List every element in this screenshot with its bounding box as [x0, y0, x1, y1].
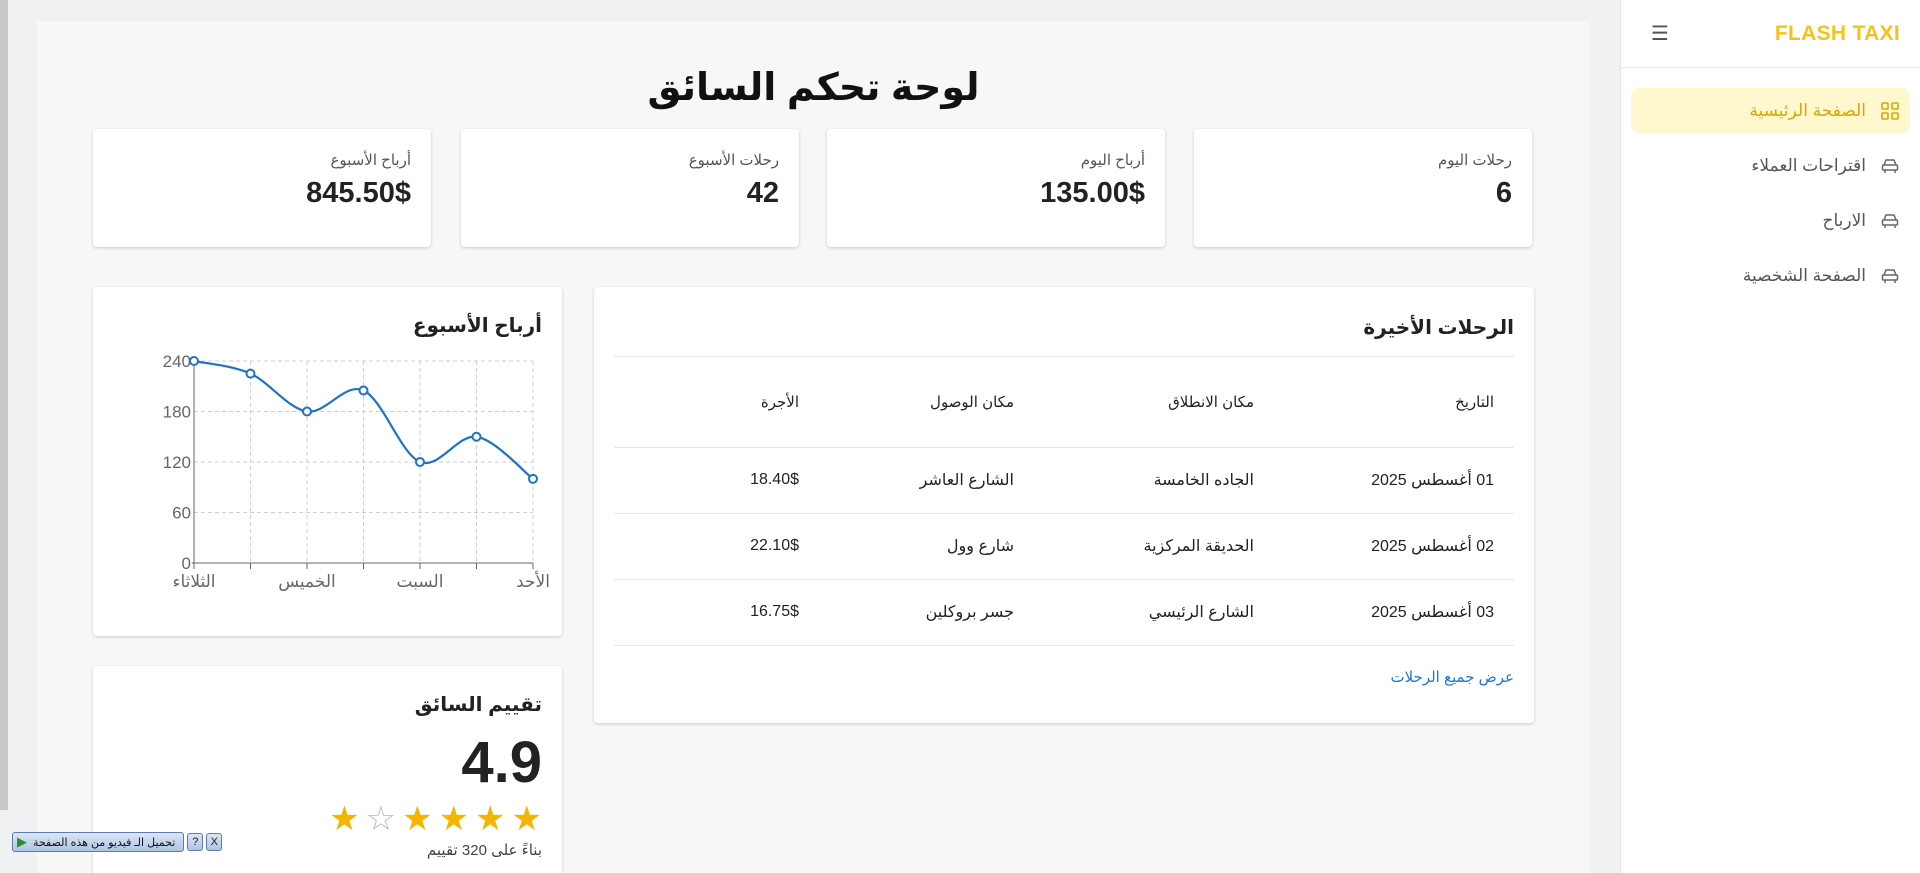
stat-value: 42 — [746, 177, 779, 209]
data-point — [471, 431, 482, 442]
video-download-bar: ▶ تحميل الـ فيديو من هذه الصفحة ? X — [12, 831, 223, 853]
stat-card-today-earnings: أرباح اليوم 135.00$ — [827, 129, 1165, 247]
column-header-fare: الأجرة — [614, 357, 799, 448]
trip-dropoff: الشارع العاشر — [799, 447, 1014, 514]
y-tick-label: 240 — [163, 352, 191, 371]
trip-pickup: الجاده الخامسة — [1014, 447, 1254, 514]
close-button[interactable]: X — [206, 833, 223, 851]
main-content: لوحة تحكم السائق رحلات اليوم 6 أرباح الي… — [37, 21, 1590, 873]
star-icon: ★ — [438, 800, 470, 838]
recent-trips-title: الرحلات الأخيرة — [614, 287, 1514, 357]
help-button[interactable]: ? — [187, 833, 204, 851]
data-point — [189, 356, 199, 366]
sidebar-item-label: الصفحة الرئيسية — [1749, 100, 1866, 120]
trip-fare: 22.10$ — [614, 513, 799, 580]
play-icon: ▶ — [17, 834, 27, 849]
column-header-dropoff: مكان الوصول — [799, 357, 1014, 448]
y-tick-label: 0 — [182, 554, 191, 573]
column-header-date: التاريخ — [1254, 357, 1514, 448]
weekly-earnings-chart-card: أرباح الأسبوع 0 60 120 180 240 الأحد السبت الخم… — [93, 287, 562, 636]
sidebar-item-home[interactable]: الصفحة الرئيسية — [1631, 88, 1910, 133]
stat-card-week-earnings: أرباح الأسبوع 845.50$ — [93, 129, 431, 247]
sidebar-item-label: اقتراحات العملاء — [1751, 155, 1866, 175]
data-point — [358, 385, 369, 396]
x-tick-label: الأحد — [516, 571, 550, 591]
y-tick-label: 60 — [172, 504, 191, 523]
data-point — [245, 368, 256, 379]
table-row: 02 أغسطس 2025 الحديقة المركزية شارع وول … — [614, 513, 1514, 580]
trip-pickup: الحديقة المركزية — [1014, 513, 1254, 580]
trip-dropoff: شارع وول — [799, 513, 1014, 580]
download-video-label: تحميل الـ فيديو من هذه الصفحة — [33, 836, 176, 849]
data-point — [415, 457, 425, 467]
download-video-button[interactable]: ▶ تحميل الـ فيديو من هذه الصفحة — [12, 832, 185, 852]
trips-table: التاريخ مكان الانطلاق مكان الوصول الأجرة… — [614, 357, 1514, 646]
trip-dropoff: جسر بروكلين — [799, 579, 1014, 646]
y-tick-label: 120 — [163, 453, 191, 472]
star-outline-icon: ☆ — [365, 800, 397, 838]
star-icon: ★ — [329, 800, 360, 838]
trip-fare: 16.75$ — [614, 579, 799, 646]
trip-date: 03 أغسطس 2025 — [1254, 579, 1514, 646]
table-header-row: التاريخ مكان الانطلاق مكان الوصول الأجرة — [614, 357, 1514, 448]
page-title: لوحة تحكم السائق — [647, 67, 980, 109]
data-point — [302, 406, 312, 417]
column-header-pickup: مكان الانطلاق — [1014, 357, 1254, 448]
page-scrollbar[interactable] — [0, 0, 8, 810]
dashboard-icon — [1880, 101, 1900, 120]
recent-trips-card: الرحلات الأخيرة التاريخ مكان الانطلاق مك… — [594, 287, 1534, 723]
stat-value: 845.50$ — [306, 177, 411, 209]
sidebar-item-earnings[interactable]: الارباح — [1631, 198, 1910, 243]
hamburger-menu-icon[interactable]: ☰ — [1651, 21, 1669, 46]
stat-label: رحلات الأسبوع — [688, 152, 779, 169]
rating-value: 4.9 — [461, 730, 542, 795]
sidebar-item-label: الارباح — [1822, 210, 1866, 230]
car-icon — [1880, 158, 1900, 174]
rating-title: تقييم السائق — [414, 694, 542, 716]
car-icon — [1880, 268, 1900, 284]
stat-label: أرباح الأسبوع — [330, 152, 411, 169]
star-icon: ★ — [511, 800, 542, 838]
sidebar-header: ☰ FLASH TAXI — [1621, 0, 1920, 68]
stat-label: رحلات اليوم — [1437, 152, 1512, 169]
x-tick-label: الخميس — [278, 572, 336, 591]
sidebar-nav: الصفحة الرئيسية اقتراحات العملاء الارباح… — [1621, 68, 1920, 298]
sidebar-item-profile[interactable]: الصفحة الشخصية — [1631, 253, 1910, 298]
y-tick-label: 180 — [163, 403, 191, 422]
brand-logo[interactable]: FLASH TAXI — [1775, 22, 1900, 46]
weekly-earnings-chart: 0 60 120 180 240 الأحد السبت الخميس الثلاثاء — [163, 352, 550, 591]
stat-label: أرباح اليوم — [1080, 152, 1145, 169]
star-icon: ★ — [402, 800, 433, 838]
view-all-trips-link[interactable]: عرض جميع الرحلات — [614, 668, 1514, 686]
trip-date: 01 أغسطس 2025 — [1254, 447, 1514, 514]
sidebar: ☰ FLASH TAXI الصفحة الرئيسية اقتراحات ال… — [1620, 0, 1920, 873]
table-row: 03 أغسطس 2025 الشارع الرئيسي جسر بروكلين… — [614, 579, 1514, 646]
sidebar-item-label: الصفحة الشخصية — [1742, 265, 1866, 285]
trip-date: 02 أغسطس 2025 — [1254, 513, 1514, 580]
stat-value: 6 — [1495, 177, 1512, 209]
data-point — [528, 473, 538, 484]
trip-pickup: الشارع الرئيسي — [1014, 579, 1254, 646]
table-row: 01 أغسطس 2025 الجاده الخامسة الشارع العا… — [614, 447, 1514, 514]
car-icon — [1880, 213, 1900, 229]
stat-value: 135.00$ — [1040, 177, 1145, 209]
trip-fare: 18.40$ — [614, 447, 799, 514]
stat-card-week-trips: رحلات الأسبوع 42 — [461, 129, 799, 247]
x-tick-label: السبت — [397, 572, 444, 591]
star-icon: ★ — [475, 800, 506, 838]
sidebar-item-customer-suggestions[interactable]: اقتراحات العملاء — [1631, 143, 1910, 188]
x-tick-label: الثلاثاء — [172, 572, 215, 591]
stat-card-today-trips: رحلات اليوم 6 — [1194, 129, 1532, 247]
